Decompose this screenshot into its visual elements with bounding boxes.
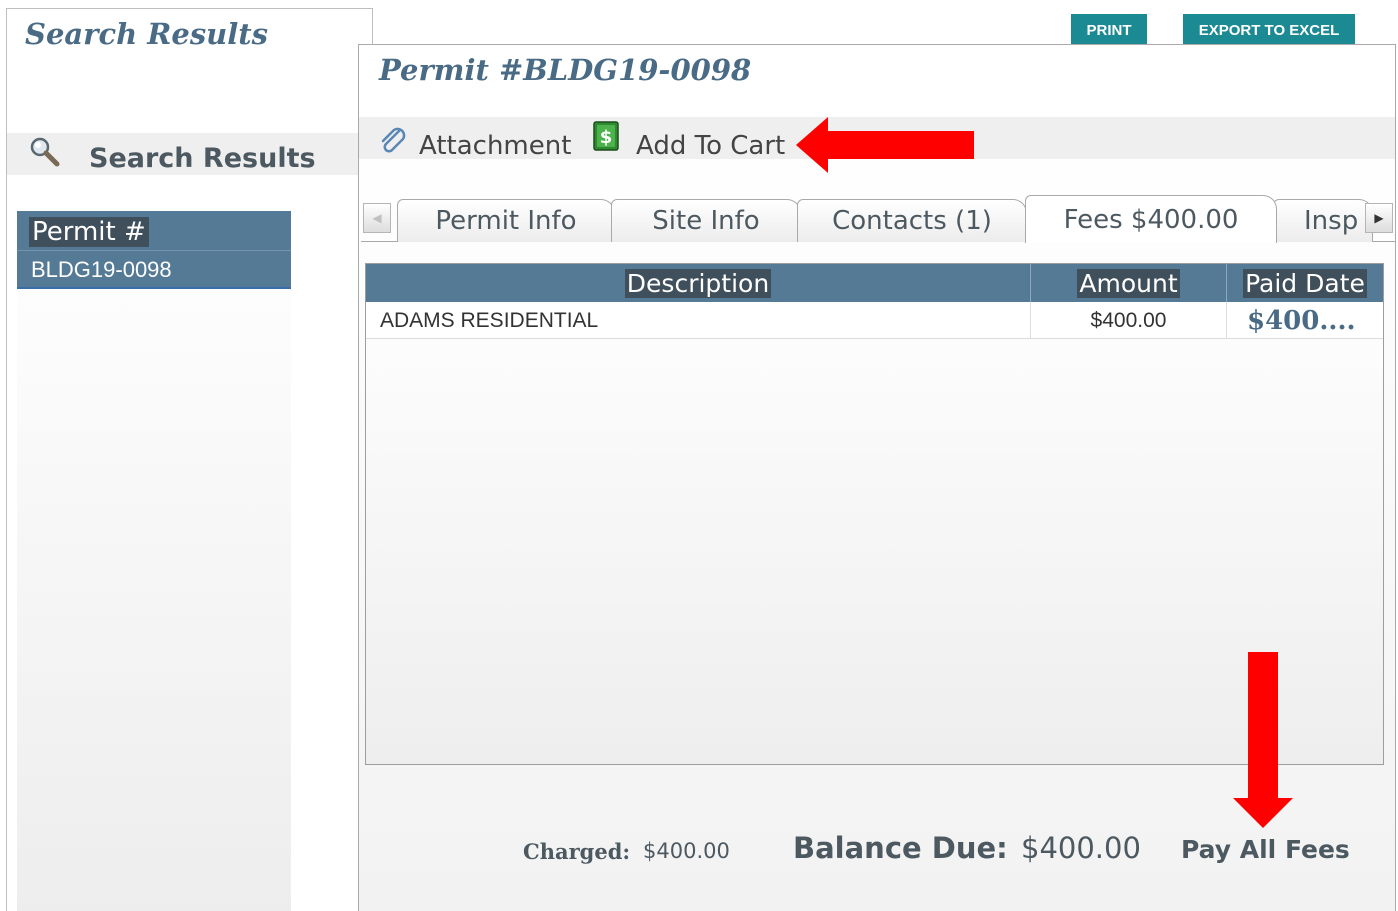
charged-value: $400.00 — [643, 839, 730, 863]
paperclip-icon[interactable] — [377, 125, 409, 157]
add-to-cart-button[interactable]: Add To Cart — [636, 131, 785, 161]
balance-due-value: $400.00 — [1021, 831, 1141, 865]
pay-all-fees-button[interactable]: Pay All Fees — [1181, 835, 1350, 864]
magnifier-icon — [30, 137, 60, 167]
fee-paid-date-cell: $400.... — [1247, 305, 1356, 336]
column-header-amount[interactable]: Amount — [1031, 264, 1227, 302]
column-header-paid-date-label: Paid Date — [1243, 268, 1367, 298]
tab-site-info[interactable]: Site Info — [611, 199, 801, 242]
permit-title: Permit #BLDG19-0098 — [379, 53, 752, 87]
column-header-description-label: Description — [624, 268, 772, 298]
search-results-title: Search Results — [25, 17, 269, 51]
permit-number-column-header[interactable]: Permit # — [29, 217, 149, 247]
results-list-area — [17, 211, 291, 911]
balance-due-label: Balance Due: — [793, 831, 1008, 865]
dollar-icon[interactable]: $ — [591, 119, 621, 153]
fees-grid-header: Description Amount Paid Date — [366, 264, 1383, 302]
charged-label: Charged: — [523, 839, 631, 864]
tab-scroll-left-button[interactable]: ◀ — [363, 203, 391, 233]
export-to-excel-button[interactable]: EXPORT TO EXCEL — [1183, 14, 1355, 46]
column-header-amount-label: Amount — [1077, 268, 1180, 298]
tab-contacts[interactable]: Contacts (1) — [797, 199, 1027, 242]
attachment-button[interactable]: Attachment — [419, 131, 571, 161]
fee-amount-cell: $400.00 — [1031, 302, 1227, 339]
print-button[interactable]: PRINT — [1071, 14, 1147, 46]
column-header-paid-date[interactable]: Paid Date — [1227, 264, 1383, 302]
search-results-panel: Search Results Search Results Permit # B… — [6, 8, 373, 911]
column-header-description[interactable]: Description — [366, 264, 1031, 302]
table-row[interactable]: ADAMS RESIDENTIAL $400.00 $400.... — [366, 302, 1383, 339]
detail-tabs: ◀ Permit Info Site Info Contacts (1) Fee… — [361, 195, 1395, 243]
grid-divider — [17, 250, 291, 251]
tab-scroll-right-button[interactable]: ▶ — [1365, 203, 1393, 233]
annotation-arrow-down-icon — [1233, 652, 1293, 828]
search-results-section-label[interactable]: Search Results — [89, 143, 316, 174]
fee-description-cell: ADAMS RESIDENTIAL — [366, 302, 1031, 339]
annotation-arrow-left-icon — [796, 117, 974, 173]
tab-fees[interactable]: Fees $400.00 — [1025, 195, 1277, 243]
tab-inspections[interactable]: Insp — [1273, 199, 1373, 242]
page: Search Results Search Results Permit # B… — [0, 0, 1398, 911]
tab-permit-info[interactable]: Permit Info — [397, 199, 615, 242]
svg-text:$: $ — [600, 127, 613, 148]
results-grid: Permit # BLDG19-0098 — [17, 211, 291, 289]
result-row-permit[interactable]: BLDG19-0098 — [31, 257, 172, 283]
